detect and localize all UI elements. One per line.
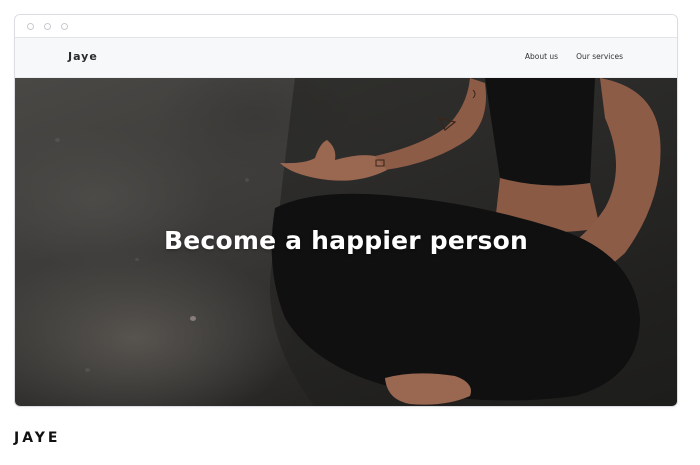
nav-about-us-link[interactable]: About us [525, 52, 558, 61]
browser-title-bar [15, 15, 677, 38]
site-navbar: Jaye About us Our services [15, 38, 677, 78]
window-minimize-dot[interactable] [44, 22, 51, 30]
nav-our-services-link[interactable]: Our services [576, 52, 623, 61]
nav-links: About us Our services [525, 52, 623, 61]
brand-caption: JAYE [14, 430, 61, 446]
hero-title: Become a happier person [164, 226, 528, 255]
window-close-dot[interactable] [27, 22, 34, 30]
hero-section: Become a happier person [15, 78, 677, 406]
site-logo[interactable]: Jaye [68, 50, 98, 63]
browser-window: Jaye About us Our services Become a happ… [14, 14, 678, 407]
window-maximize-dot[interactable] [61, 22, 68, 30]
